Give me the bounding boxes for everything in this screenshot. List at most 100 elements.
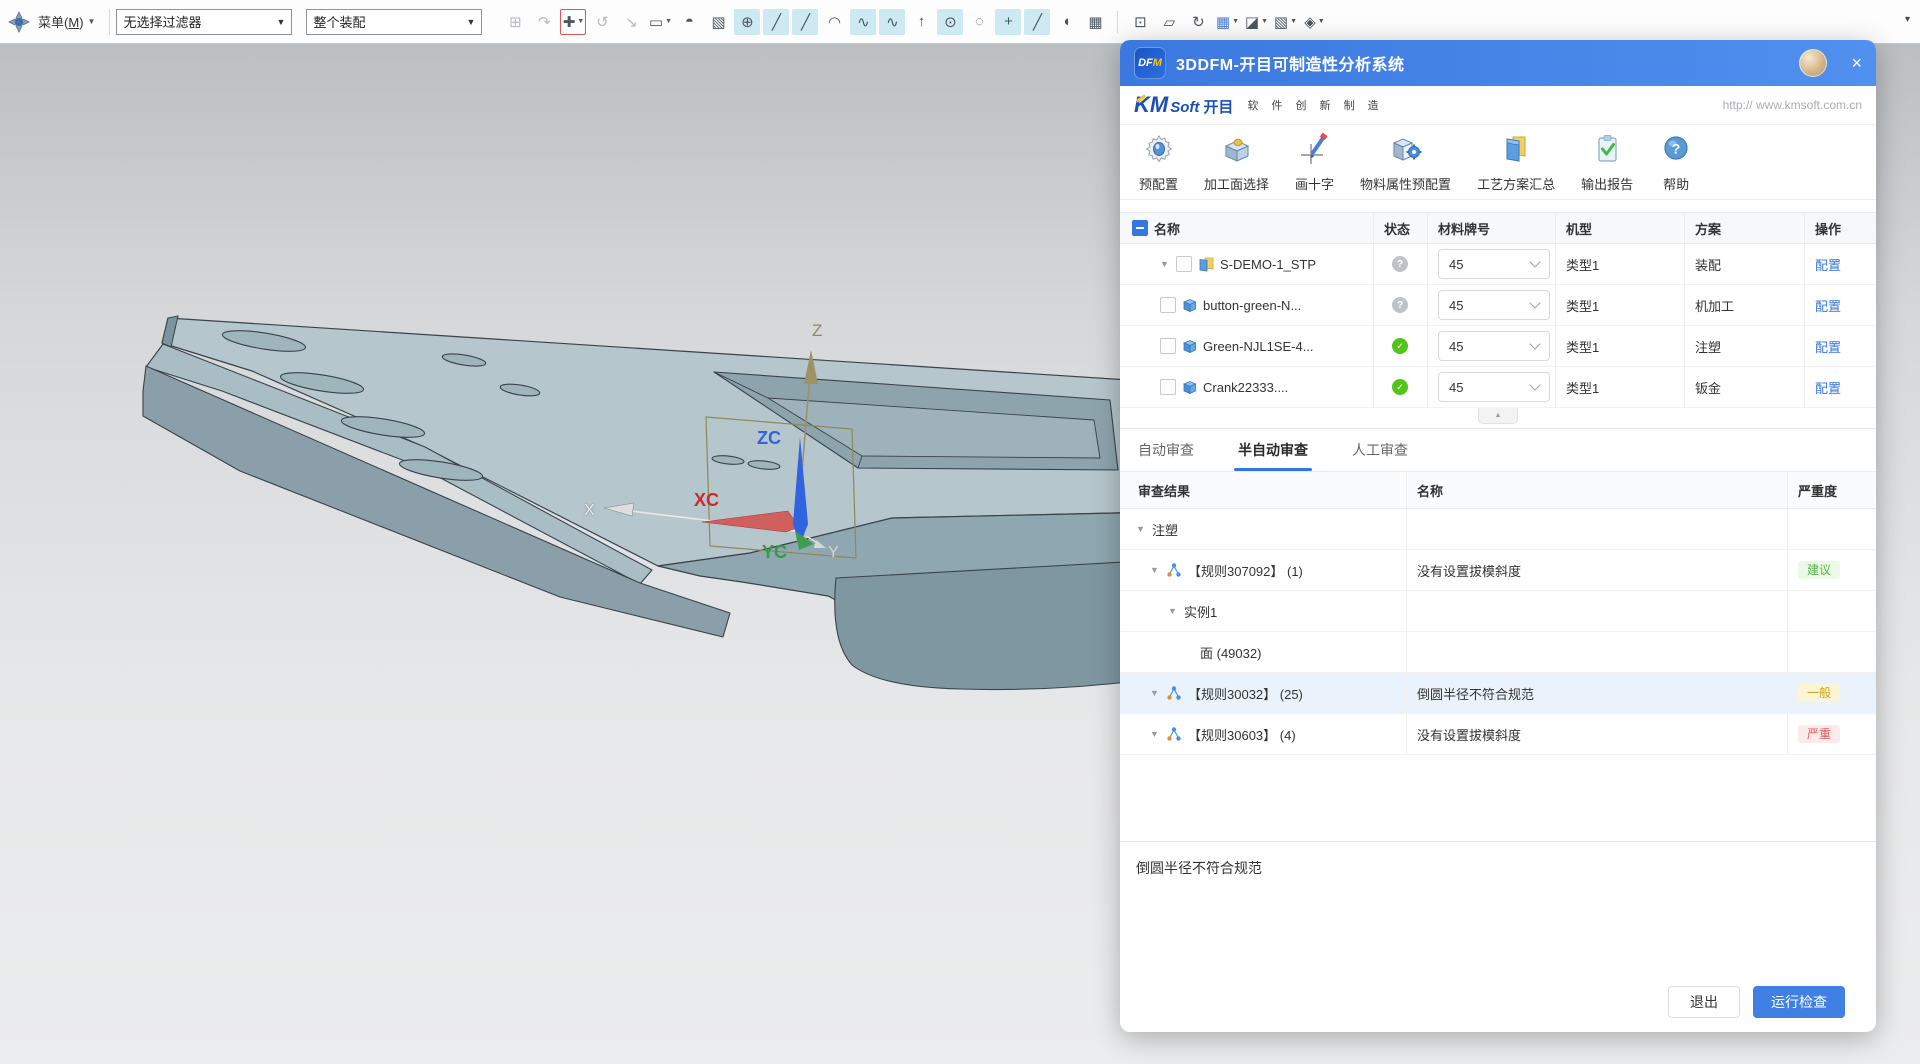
material-select[interactable]: 45 xyxy=(1438,372,1550,402)
zoom-area-icon[interactable]: ⊡ ▼ xyxy=(1127,9,1153,35)
spline-icon[interactable]: ∿ ▼ xyxy=(879,9,905,35)
row-checkbox[interactable] xyxy=(1160,297,1176,313)
review-row[interactable]: ▼ 【规则30032】 (25) 倒圆半径不符合规范 xyxy=(1120,673,1876,714)
open-box-icon xyxy=(1220,132,1254,171)
tab[interactable]: 半自动审查 xyxy=(1238,440,1308,471)
user-avatar[interactable] xyxy=(1799,49,1827,77)
window-layout-icon[interactable]: ▦ ▼ xyxy=(1214,9,1240,35)
line-icon[interactable]: ╱ ▼ xyxy=(763,9,789,35)
configure-link[interactable]: 配置 xyxy=(1815,378,1841,397)
pan-icon[interactable]: ▱ ▼ xyxy=(1156,9,1182,35)
review-row[interactable]: ▼ 面 (49032) xyxy=(1120,632,1876,673)
face-blend-icon[interactable]: ◖ ▼ xyxy=(1053,9,1079,35)
point-icon[interactable]: + ▼ xyxy=(995,9,1021,35)
datum-axis-icon[interactable]: ↑ ▼ xyxy=(908,9,934,35)
status-icon xyxy=(1392,297,1408,313)
part-cube-icon xyxy=(1182,339,1197,354)
chevron-down-icon: ▼ xyxy=(1232,18,1239,25)
shaded-cube-icon[interactable]: ▧ ▼ xyxy=(1272,9,1298,35)
material-select[interactable]: 45 xyxy=(1438,331,1550,361)
shaded-region-icon[interactable]: ◓ ▼ xyxy=(676,9,702,35)
section-view-icon[interactable]: ◪ ▼ xyxy=(1243,9,1269,35)
box-gear-icon xyxy=(1389,132,1423,171)
tab[interactable]: 自动审查 xyxy=(1138,440,1194,471)
expand-caret-icon[interactable]: ▼ xyxy=(1168,606,1178,616)
toolbar-icon-group: ⊞ ▼ ↷ ▼ ✚ ▼ ↺ ▼ ↘ ▼ ▭ xyxy=(502,9,1327,35)
axis-zc-label: ZC xyxy=(757,428,781,448)
studio-spline-icon[interactable]: ∿ ▼ xyxy=(850,9,876,35)
preconfig-button[interactable]: 预配置 xyxy=(1126,132,1191,193)
row-checkbox[interactable] xyxy=(1160,338,1176,354)
footer-buttons: 退出 运行检查 xyxy=(1120,986,1876,1032)
process-plan-summary-button[interactable]: 工艺方案汇总 xyxy=(1464,132,1568,193)
toolbar-separator[interactable]: ▼ xyxy=(1117,11,1118,33)
material-select[interactable]: 45 xyxy=(1438,290,1550,320)
gear-icon xyxy=(1142,132,1176,171)
material-select[interactable]: 45 xyxy=(1438,249,1550,279)
rect-select-icon[interactable]: ▭ ▼ xyxy=(647,9,673,35)
plan-type: 装配 xyxy=(1685,244,1805,284)
snap-point-icon[interactable]: ⊕ ▼ xyxy=(734,9,760,35)
machining-face-select-button[interactable]: 加工面选择 xyxy=(1191,132,1282,193)
grid-icon[interactable]: ▦ ▼ xyxy=(1082,9,1108,35)
circle-center-icon[interactable]: ⊙ ▼ xyxy=(937,9,963,35)
review-row[interactable]: ▼ 【规则307092】 (1) 没有设置拔模斜度 xyxy=(1120,550,1876,591)
dfm-titlebar[interactable]: DFM 3DDFM-开目可制造性分析系统 × xyxy=(1120,40,1876,86)
configure-link[interactable]: 配置 xyxy=(1815,337,1841,356)
chevron-down-icon xyxy=(1529,256,1540,267)
expand-caret-icon[interactable]: ▼ xyxy=(1160,259,1170,269)
status-icon xyxy=(1392,379,1408,395)
expand-caret-icon[interactable]: ▼ xyxy=(1150,565,1160,575)
toolbar-overflow-button[interactable]: ▾ xyxy=(1905,14,1910,25)
plan-type: 注塑 xyxy=(1685,326,1805,366)
help-button[interactable]: ? 帮助 xyxy=(1646,132,1706,193)
select-all-checkbox[interactable] xyxy=(1132,220,1148,236)
row-checkbox[interactable] xyxy=(1176,256,1192,272)
table-row[interactable]: ▼ xyxy=(1120,367,1876,408)
render-style-icon[interactable]: ◈ ▼ xyxy=(1301,9,1327,35)
collapse-table-button[interactable]: ▲ xyxy=(1478,408,1518,424)
selection-filter-select[interactable]: 无选择过滤器 ▼ xyxy=(116,9,292,35)
row-checkbox[interactable] xyxy=(1160,379,1176,395)
move-component-icon[interactable]: ↷ ▼ xyxy=(531,9,557,35)
brand-row: KM Soft 开目 软 件 创 新 制 造 http:// www.kmsof… xyxy=(1120,86,1876,125)
bounding-box-icon[interactable]: ▧ ▼ xyxy=(705,9,731,35)
circle-dashed-icon[interactable]: ◌ ▼ xyxy=(966,9,992,35)
draw-cross-button[interactable]: 画十字 xyxy=(1282,132,1347,193)
reposition-icon[interactable]: ↺ ▼ xyxy=(589,9,615,35)
diagonal-line-icon[interactable]: ╱ ▼ xyxy=(1024,9,1050,35)
drag-component-icon[interactable]: ↘ ▼ xyxy=(618,9,644,35)
expand-caret-icon[interactable]: ▼ xyxy=(1150,729,1160,739)
app-logo-icon xyxy=(8,11,30,33)
part-name: Green-NJL1SE-4... xyxy=(1203,339,1314,354)
run-check-button[interactable]: 运行检查 xyxy=(1753,986,1845,1018)
panel-title: 3DDFM-开目可制造性分析系统 xyxy=(1176,51,1789,75)
material-property-preconfig-button[interactable]: 物料属性预配置 xyxy=(1347,132,1464,193)
menu-button[interactable]: 菜单(M) ▼ xyxy=(30,12,103,31)
review-row[interactable]: ▼ 实例1 xyxy=(1120,591,1876,632)
exit-button[interactable]: 退出 xyxy=(1668,986,1740,1018)
rotate-view-icon[interactable]: ↻ ▼ xyxy=(1185,9,1211,35)
table-row[interactable]: ▼ xyxy=(1120,326,1876,367)
axis-x-label: X xyxy=(584,502,595,519)
configure-link[interactable]: 配置 xyxy=(1815,296,1841,315)
machine-type: 类型1 xyxy=(1556,285,1685,325)
expand-caret-icon[interactable]: ▼ xyxy=(1136,524,1146,534)
line-point-icon[interactable]: ╱ ▼ xyxy=(792,9,818,35)
review-row[interactable]: ▼ 【规则30603】 (4) 没有设置拔模斜度 xyxy=(1120,714,1876,755)
assembly-constraints-icon[interactable]: ⊞ ▼ xyxy=(502,9,528,35)
expand-caret-icon[interactable]: ▼ xyxy=(1150,688,1160,698)
selection-scope-select[interactable]: 整个装配 ▼ xyxy=(306,9,482,35)
table-row[interactable]: ▼ xyxy=(1120,285,1876,326)
table-row[interactable]: ▼ xyxy=(1120,244,1876,285)
review-tabs: 自动审查 半自动审查 人工审查 xyxy=(1120,428,1876,471)
configure-link[interactable]: 配置 xyxy=(1815,255,1841,274)
curve-icon[interactable]: ◠ ▼ xyxy=(821,9,847,35)
selection-filter-icon[interactable]: ✚ ▼ xyxy=(560,9,586,35)
tab[interactable]: 人工审查 xyxy=(1352,440,1408,471)
output-report-button[interactable]: 输出报告 xyxy=(1568,132,1646,193)
chevron-down-icon xyxy=(1529,338,1540,349)
menu-label: 菜单(M) xyxy=(38,12,84,31)
review-row[interactable]: ▼ 注塑 xyxy=(1120,509,1876,550)
close-icon[interactable]: × xyxy=(1851,54,1862,72)
